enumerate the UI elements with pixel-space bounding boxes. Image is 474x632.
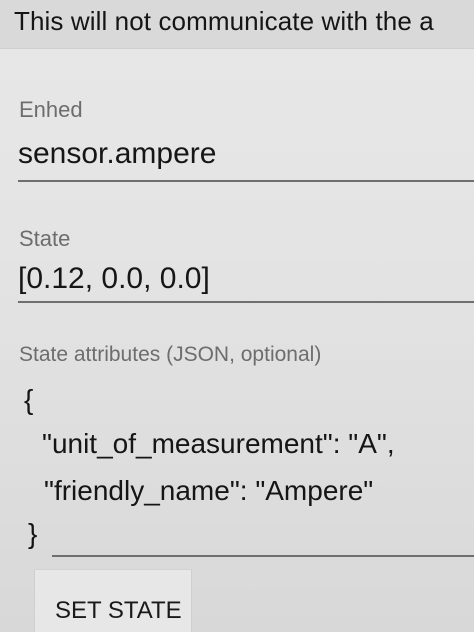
notice-text: This will not communicate with the a: [14, 6, 434, 36]
json-line-friendly-name: "friendly_name": "Ampere": [44, 475, 374, 506]
json-close-brace: }: [28, 518, 38, 549]
entity-field-input[interactable]: sensor.ampere: [18, 137, 216, 171]
state-field-label: State: [19, 226, 71, 251]
notice-divider: [0, 48, 474, 49]
set-state-button-label: SET STATE: [55, 597, 182, 624]
json-line-unit-of-measurement: "unit_of_measurement": "A",: [42, 428, 395, 459]
state-attributes-label: State attributes (JSON, optional): [19, 343, 322, 366]
set-state-button[interactable]: SET STATE: [34, 570, 192, 632]
entity-field-label: Enhed: [19, 97, 83, 122]
state-field-underline: [18, 301, 474, 303]
json-open-brace: {: [24, 384, 34, 415]
state-attributes-textarea[interactable]: { "unit_of_measurement": "A", "friendly_…: [22, 384, 474, 554]
state-field-input[interactable]: [0.12, 0.0, 0.0]: [18, 262, 210, 296]
notice-strip: This will not communicate with the a: [0, 0, 474, 49]
state-attributes-underline: [52, 555, 474, 557]
entity-field-underline: [18, 180, 474, 182]
developer-tools-set-state-screen: This will not communicate with the a Enh…: [0, 0, 474, 632]
